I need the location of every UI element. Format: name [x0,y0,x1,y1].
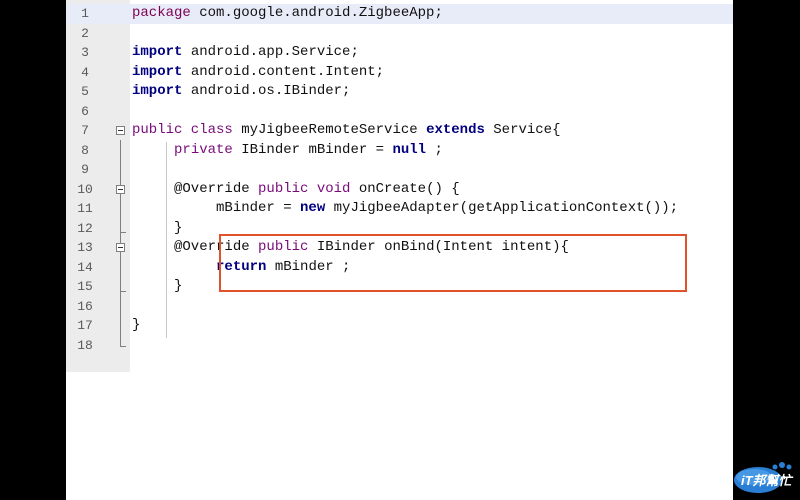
code-token: import [132,83,183,99]
code-token: android.os.IBinder; [182,83,351,99]
line-number: 4 [81,64,89,80]
line-number: 1 [81,6,89,21]
code-token: IBinder mBinder = [232,141,393,158]
line-number: 15 [77,279,93,294]
code-token: import [132,44,183,60]
line-number: 7 [81,123,89,138]
line-number: 10 [77,181,93,197]
code-token: mBinder = [132,200,301,216]
code-text: @Override public IBinder onBind(Intent i… [132,238,569,258]
code-token: } [132,317,141,333]
code-text: mBinder = new myJigbeeAdapter(getApplica… [132,199,678,219]
code-line[interactable]: 8 private IBinder mBinder = null ; [66,141,733,161]
watermark-dot-3 [772,464,778,470]
code-line[interactable]: 10 @Override public void onCreate() { [66,180,733,200]
code-token: package [132,5,191,21]
code-line[interactable]: 3 import android.app.Service; [66,43,733,63]
code-token: public [258,239,309,255]
code-token: } [132,219,183,236]
fold-toggle-icon[interactable] [116,126,125,135]
line-number: 9 [81,162,89,177]
watermark-dot-2 [786,464,792,470]
code-line[interactable]: 1 package com.google.android.ZigbeeApp; [66,4,733,24]
line-number: 8 [81,142,89,158]
code-editor[interactable]: 1 package com.google.android.ZigbeeApp; 2 3… [66,0,733,500]
code-line[interactable]: 18 [66,336,733,356]
code-token: import [132,63,183,80]
code-token: } [132,278,183,294]
code-line[interactable]: 7 public class myJigbeeRemoteService exte… [66,121,733,141]
code-line[interactable]: 6 [66,102,733,122]
watermark-text: iT邦幫忙 [741,473,794,488]
code-line[interactable]: 4 import android.content.Intent; [66,63,733,83]
code-token: return [216,258,267,275]
code-token: null [392,141,427,158]
code-text: import android.app.Service; [132,43,359,63]
code-text: import android.content.Intent; [132,63,384,83]
line-number: 11 [77,201,93,216]
code-token: @Override [132,239,259,255]
line-number: 14 [77,259,93,275]
code-token: public void [258,180,351,197]
line-number: 18 [77,337,93,353]
code-area[interactable]: 1 package com.google.android.ZigbeeApp; 2 3… [66,4,733,355]
code-line[interactable]: 14 return mBinder ; [66,258,733,278]
code-token: new [300,200,326,216]
code-token: private [174,141,233,158]
code-text: public class myJigbeeRemoteService exten… [132,121,561,141]
code-line[interactable]: 9 [66,160,733,180]
code-token: Service{ [484,122,561,138]
code-token: ; [426,141,443,158]
code-text: import android.os.IBinder; [132,82,350,102]
code-token: android.content.Intent; [182,63,385,80]
line-number: 16 [77,298,93,314]
code-line[interactable]: 17} [66,316,733,336]
line-number: 6 [81,103,89,119]
code-text: } [132,316,140,336]
line-number: 2 [81,25,89,41]
code-line[interactable]: 15 } [66,277,733,297]
code-token: android.app.Service; [182,44,359,60]
code-token: myJigbeeRemoteService [232,122,427,138]
line-number: 3 [81,45,89,60]
fold-toggle-icon[interactable] [116,184,125,194]
code-text: @Override public void onCreate() { [132,180,460,200]
code-line[interactable]: 2 [66,24,733,44]
code-text: return mBinder ; [132,258,350,278]
fold-toggle-icon[interactable] [116,243,125,252]
code-text: package com.google.android.ZigbeeApp; [132,4,443,24]
watermark-dot-1 [779,462,785,468]
code-line[interactable]: 11 mBinder = new myJigbeeAdapter(getAppl… [66,199,733,219]
code-token: IBinder onBind(Intent intent){ [308,239,569,255]
code-token: myJigbeeAdapter(getApplicationContext())… [325,200,679,216]
code-text: } [132,219,182,239]
line-number: 17 [77,318,93,333]
code-token: public class [132,122,233,138]
code-text: } [132,277,182,297]
itbang-watermark-logo: iT邦幫忙 [734,462,794,493]
code-token: @Override [132,180,259,197]
code-line[interactable]: 5 import android.os.IBinder; [66,82,733,102]
code-line[interactable]: 13 @Override public IBinder onBind(Inten… [66,238,733,258]
line-number: 5 [81,84,89,99]
code-line[interactable]: 12 } [66,219,733,239]
line-number: 13 [77,240,93,255]
code-token: onCreate() { [350,180,460,197]
code-text: private IBinder mBinder = null ; [132,141,443,161]
code-token: com.google.android.ZigbeeApp; [190,5,443,21]
code-line[interactable]: 16 [66,297,733,317]
line-number: 12 [77,220,93,236]
code-token: mBinder ; [266,258,351,275]
code-token: extends [426,122,485,138]
